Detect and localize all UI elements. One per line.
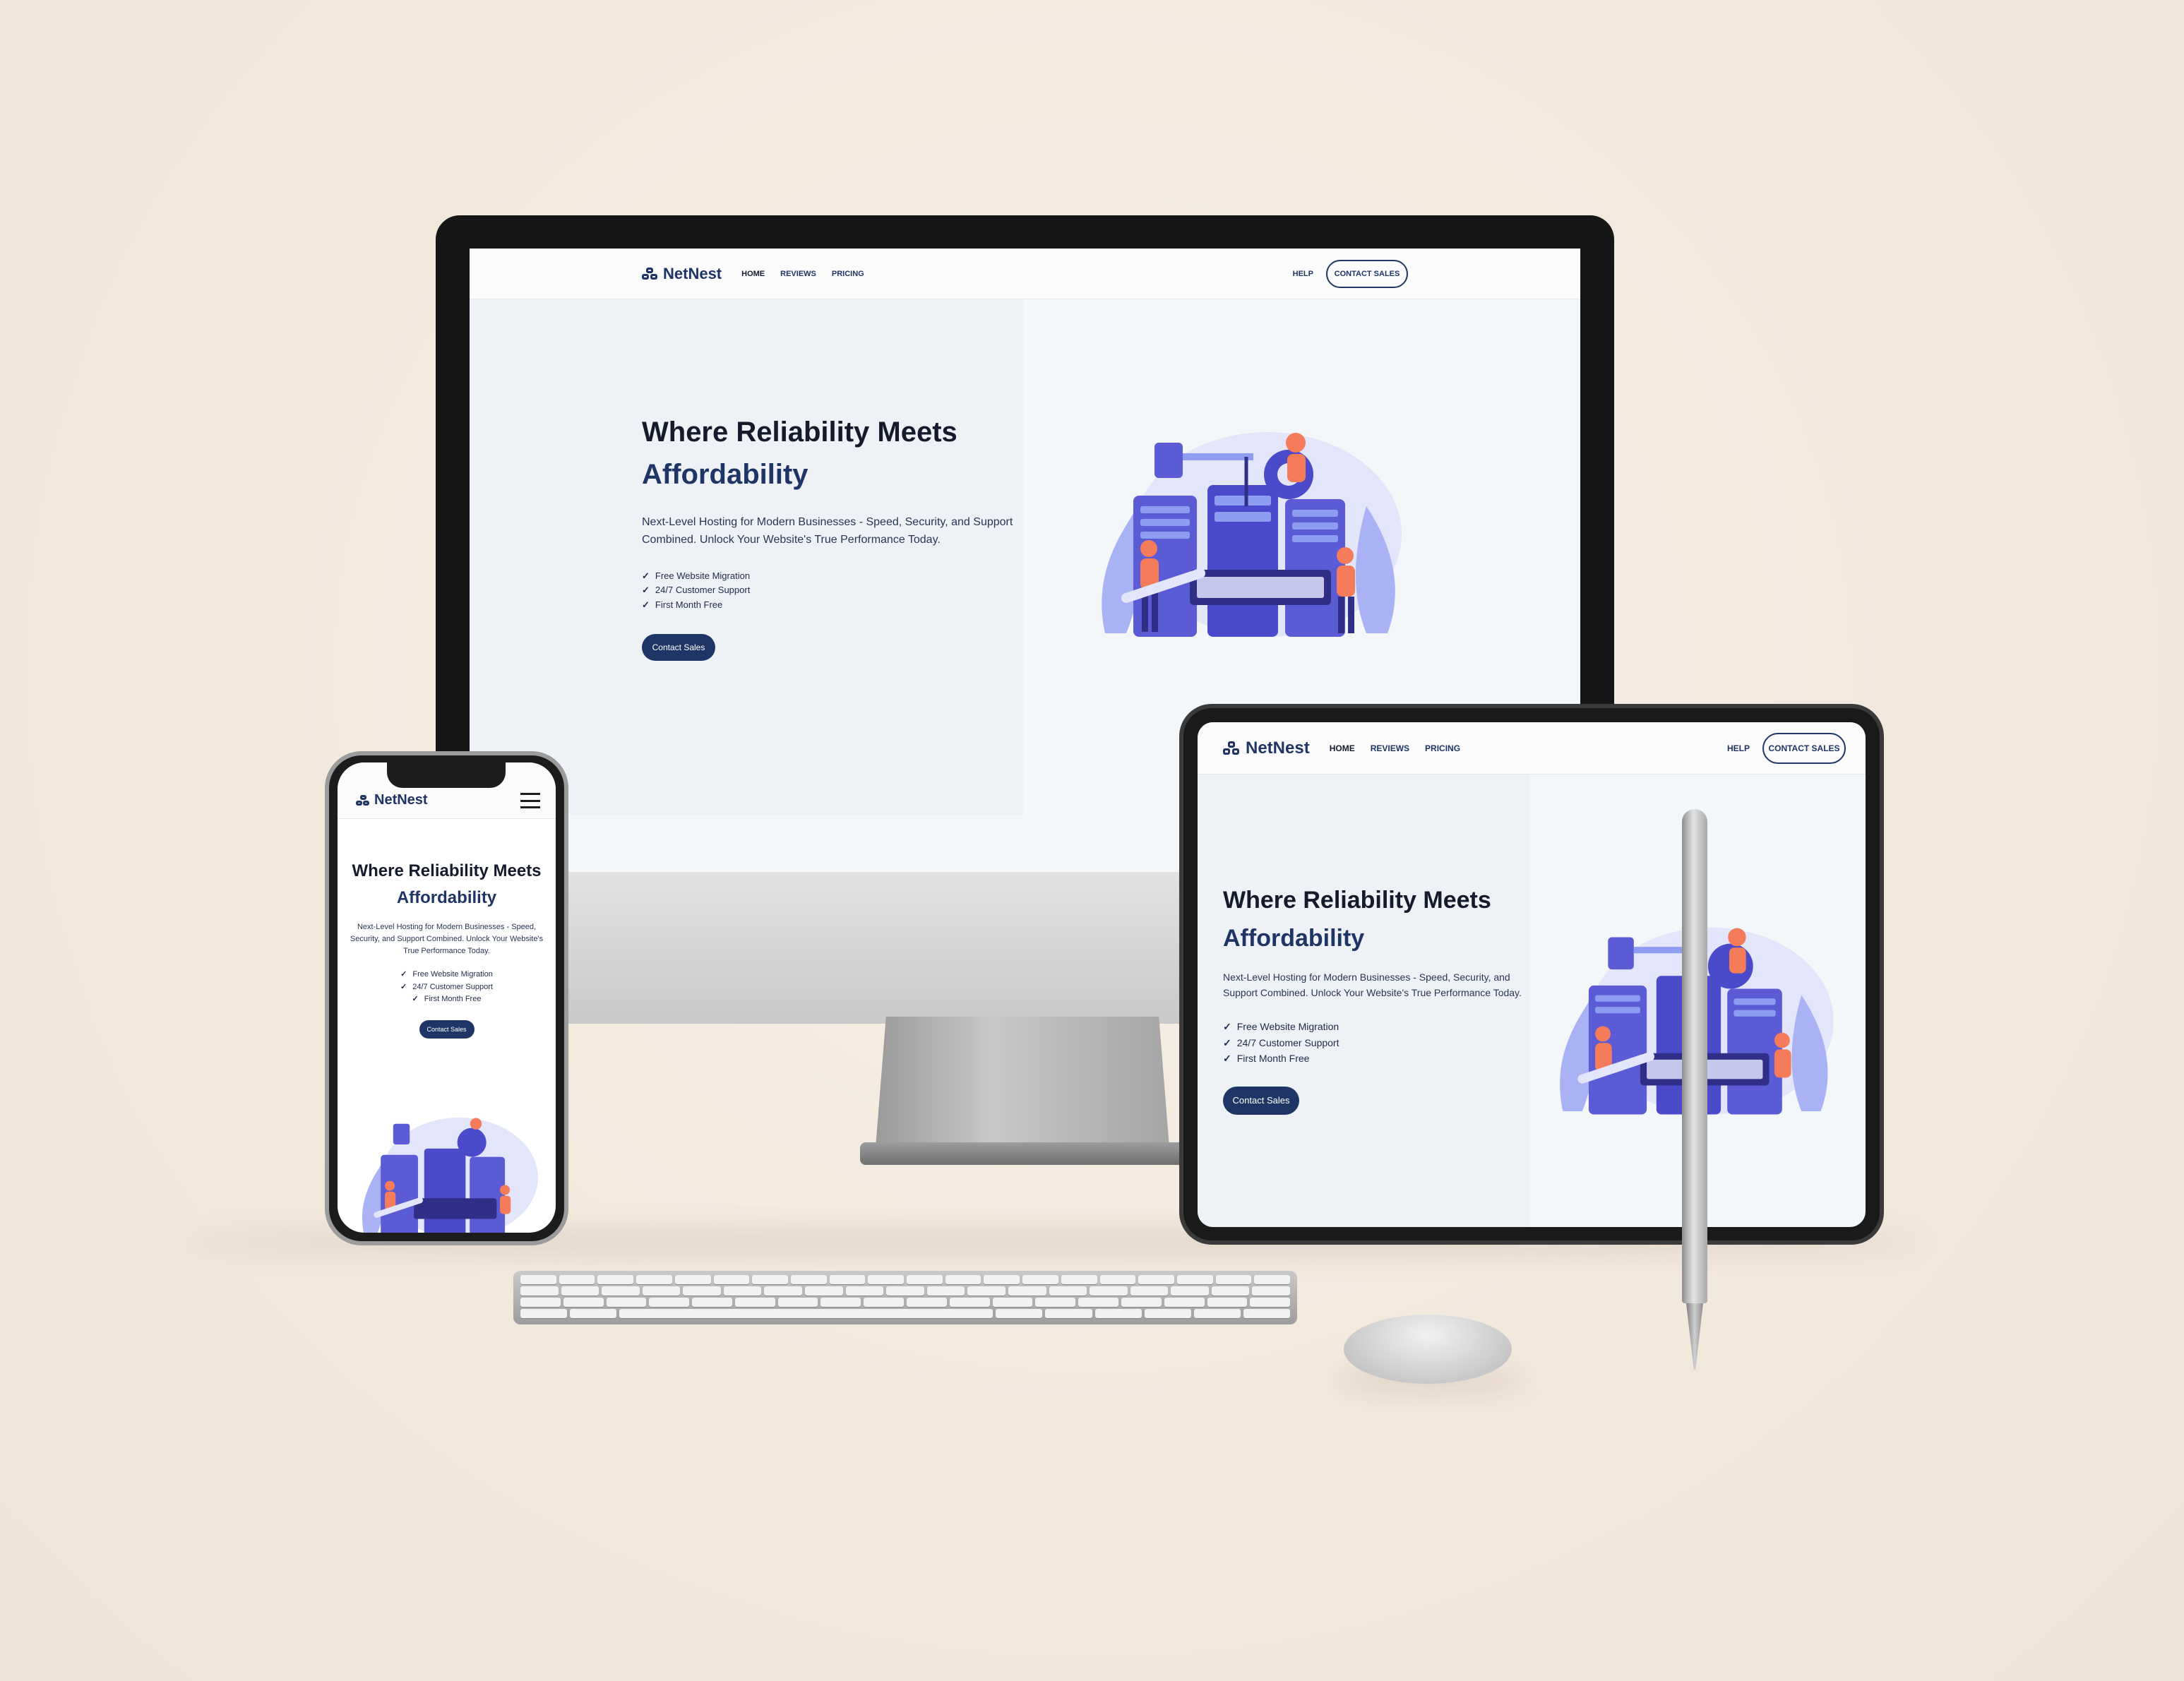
network-nodes-icon bbox=[356, 794, 370, 806]
phone-screen: NetNest Where Reliability Meets Affordab… bbox=[338, 762, 556, 1233]
logo[interactable]: NetNest bbox=[356, 792, 428, 808]
logo-text: NetNest bbox=[374, 792, 428, 808]
help-link[interactable]: HELP bbox=[1727, 743, 1750, 753]
feature-item: ✓ 24/7 Customer Support bbox=[1223, 1036, 1339, 1048]
hamburger-menu-icon[interactable] bbox=[520, 792, 540, 808]
server-maintenance-illustration bbox=[1102, 432, 1402, 637]
nav-link-pricing[interactable]: PRICING bbox=[832, 270, 864, 278]
feature-item: ✓ First Month Free bbox=[1223, 1053, 1310, 1065]
logo-text: NetNest bbox=[1246, 738, 1310, 758]
nav-links: HOME REVIEWS PRICING bbox=[1330, 743, 1460, 753]
contact-sales-button[interactable]: Contact Sales bbox=[642, 633, 715, 661]
nav-right: HELP CONTACT SALES bbox=[1727, 732, 1846, 764]
logo[interactable]: NetNest bbox=[1223, 738, 1310, 758]
check-icon: ✓ bbox=[400, 970, 407, 979]
feature-item: ✓ 24/7 Customer Support bbox=[642, 585, 751, 596]
hero-content: Where Reliability Meets Affordability Ne… bbox=[347, 858, 546, 1039]
hero-title-line: Where Reliability Meets bbox=[642, 417, 957, 448]
check-icon: ✓ bbox=[400, 982, 407, 991]
logo-text: NetNest bbox=[663, 264, 722, 282]
feature-item: ✓ First Month Free bbox=[412, 995, 482, 1004]
mouse bbox=[1344, 1315, 1512, 1384]
feature-item: ✓ 24/7 Customer Support bbox=[400, 982, 493, 991]
hero-title: Where Reliability Meets Affordability bbox=[642, 411, 1023, 496]
contact-sales-button[interactable]: Contact Sales bbox=[419, 1019, 475, 1039]
check-icon: ✓ bbox=[642, 585, 650, 596]
hero-title-accent: Affordability bbox=[1223, 925, 1365, 952]
nav-links: HOME REVIEWS PRICING bbox=[741, 270, 864, 278]
help-link[interactable]: HELP bbox=[1293, 270, 1313, 278]
hero-title: Where Reliability Meets Affordability bbox=[347, 858, 546, 911]
hero-title-line: Where Reliability Meets bbox=[1223, 887, 1491, 914]
hero-content: Where Reliability Meets Affordability Ne… bbox=[1223, 881, 1541, 1115]
check-icon: ✓ bbox=[1223, 1053, 1231, 1065]
hero-title-line: Where Reliability Meets bbox=[352, 861, 542, 880]
feature-item: ✓ First Month Free bbox=[642, 599, 723, 611]
hero-title: Where Reliability Meets Affordability bbox=[1223, 881, 1541, 957]
network-nodes-icon bbox=[642, 267, 657, 280]
keyboard bbox=[513, 1271, 1297, 1324]
check-icon: ✓ bbox=[1223, 1021, 1231, 1033]
hero-content: Where Reliability Meets Affordability Ne… bbox=[642, 411, 1023, 661]
feature-item: ✓ Free Website Migration bbox=[1223, 1021, 1339, 1033]
nav-link-home[interactable]: HOME bbox=[741, 270, 765, 278]
tablet-navbar: NetNest HOME REVIEWS PRICING HELP CONTAC… bbox=[1198, 722, 1866, 774]
phone-notch bbox=[387, 762, 506, 788]
feature-list: ✓ Free Website Migration ✓ 24/7 Customer S… bbox=[1223, 1019, 1541, 1066]
tablet-screen: NetNest HOME REVIEWS PRICING HELP CONTAC… bbox=[1198, 722, 1866, 1227]
feature-item: ✓ Free Website Migration bbox=[400, 970, 493, 979]
contact-sales-outline-button[interactable]: CONTACT SALES bbox=[1762, 732, 1846, 764]
nav-link-home[interactable]: HOME bbox=[1330, 743, 1355, 753]
desktop-navbar: NetNest HOME REVIEWS PRICING HELP CONTAC… bbox=[470, 249, 1580, 299]
feature-list: ✓ Free Website Migration ✓ 24/7 Customer S… bbox=[642, 569, 1023, 613]
stylus-pencil bbox=[1682, 809, 1707, 1303]
check-icon: ✓ bbox=[412, 995, 419, 1004]
logo[interactable]: NetNest bbox=[642, 265, 722, 283]
hero-subtitle: Next-Level Hosting for Modern Businesses… bbox=[1223, 971, 1522, 998]
hero-subtitle: Next-Level Hosting for Modern Businesses… bbox=[350, 923, 544, 956]
feature-list: ✓ Free Website Migration ✓ 24/7 Customer S… bbox=[347, 969, 546, 1006]
feature-item: ✓ Free Website Migration bbox=[642, 570, 751, 581]
nav-link-reviews[interactable]: REVIEWS bbox=[780, 270, 816, 278]
check-icon: ✓ bbox=[1223, 1036, 1231, 1048]
nav-right: HELP CONTACT SALES bbox=[1293, 259, 1408, 288]
server-maintenance-illustration bbox=[362, 1117, 538, 1233]
nav-link-reviews[interactable]: REVIEWS bbox=[1371, 743, 1409, 753]
stylus-tip bbox=[1686, 1303, 1703, 1370]
hero-title-accent: Affordability bbox=[396, 888, 497, 907]
check-icon: ✓ bbox=[642, 599, 650, 611]
network-nodes-icon bbox=[1223, 741, 1240, 755]
contact-sales-button[interactable]: Contact Sales bbox=[1223, 1086, 1299, 1115]
hero-title-accent: Affordability bbox=[642, 459, 808, 490]
check-icon: ✓ bbox=[642, 570, 650, 581]
nav-link-pricing[interactable]: PRICING bbox=[1425, 743, 1460, 753]
nav-right bbox=[520, 792, 540, 808]
contact-sales-outline-button[interactable]: CONTACT SALES bbox=[1326, 259, 1408, 288]
monitor-stand-base bbox=[860, 1142, 1185, 1165]
hero-subtitle: Next-Level Hosting for Modern Businesses… bbox=[642, 516, 1013, 546]
